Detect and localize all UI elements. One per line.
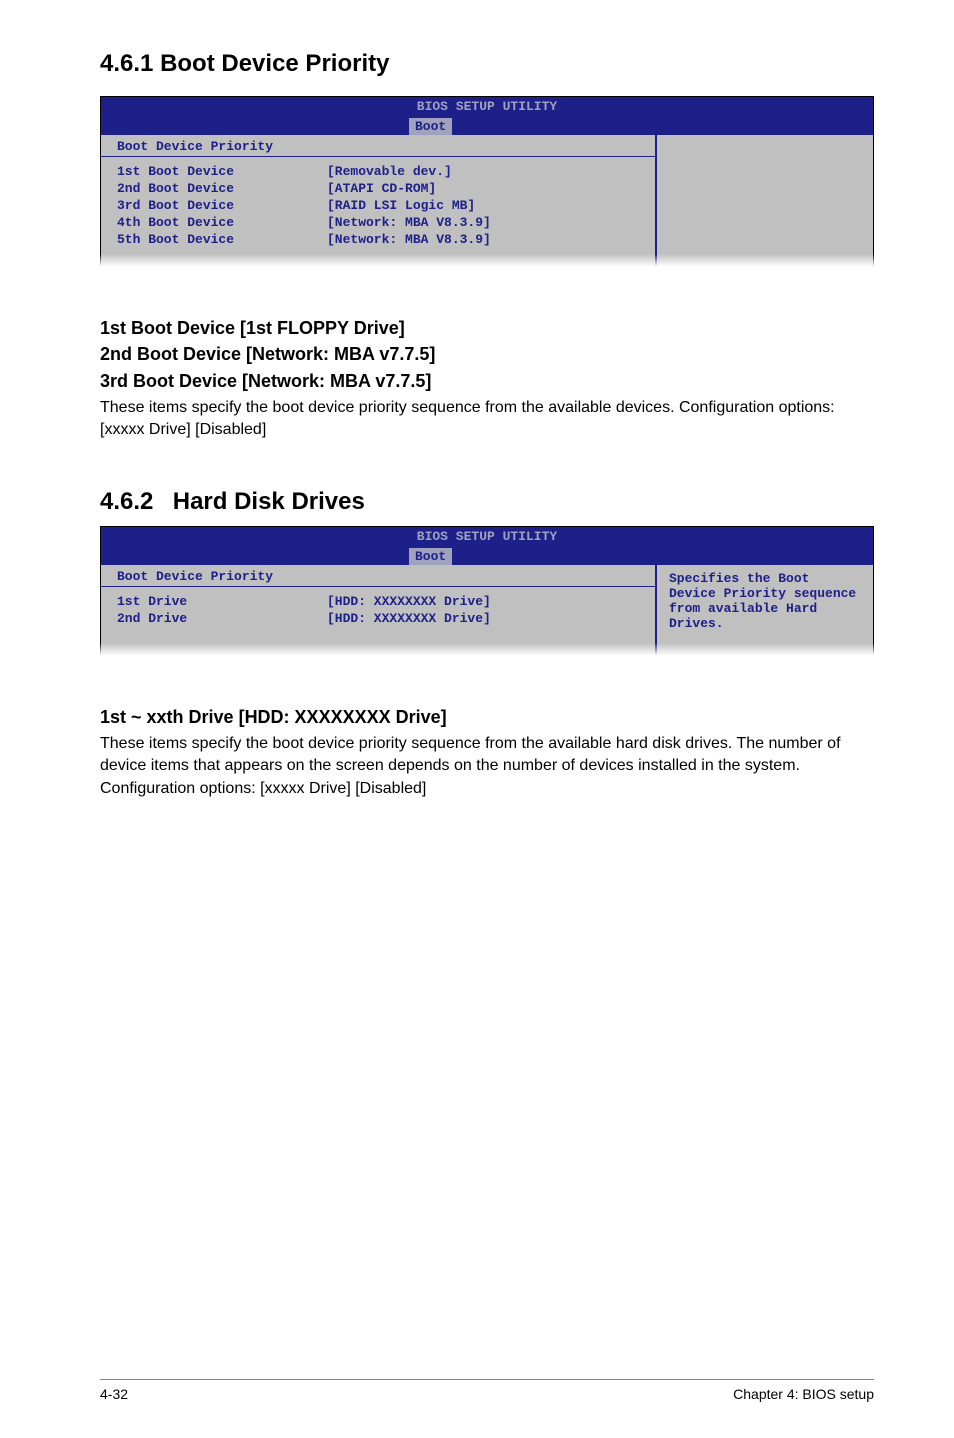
bios1-row: 4th Boot Device[Network: MBA V8.3.9] — [117, 214, 645, 231]
bios2-title: BIOS SETUP UTILITY — [417, 529, 557, 544]
bios-screenshot-boot-priority: BIOS SETUP UTILITY Boot Boot Device Prio… — [100, 96, 874, 272]
bios1-row-value: [ATAPI CD-ROM] — [327, 180, 645, 197]
bios2-divider — [101, 586, 655, 587]
bios1-row: 3rd Boot Device[RAID LSI Logic MB] — [117, 197, 645, 214]
bios1-tab: Boot — [409, 118, 452, 135]
bios2-help-text: Specifies the Boot Device Priority seque… — [669, 571, 856, 631]
bios-screenshot-hard-disk: BIOS SETUP UTILITY Boot Boot Device Prio… — [100, 526, 874, 661]
section-1-number: 4.6.1 — [100, 50, 153, 77]
bios2-row: 1st Drive[HDD: XXXXXXXX Drive] — [117, 593, 645, 610]
bios1-row: 1st Boot Device[Removable dev.] — [117, 163, 645, 180]
bios1-row-label: 4th Boot Device — [117, 214, 327, 231]
bios1-row-value: [Network: MBA V8.3.9] — [327, 231, 645, 248]
bios1-panel-heading: Boot Device Priority — [117, 139, 645, 154]
bios1-row-label: 2nd Boot Device — [117, 180, 327, 197]
para1-heading1: 1st Boot Device [1st FLOPPY Drive] — [100, 316, 874, 340]
section-1-name: Boot Device Priority — [160, 50, 389, 77]
section-2-number: 4.6.2 — [100, 488, 153, 515]
para1-heading3: 3rd Boot Device [Network: MBA v7.7.5] — [100, 369, 874, 393]
bios2-row-value: [HDD: XXXXXXXX Drive] — [327, 610, 645, 627]
bios1-body: Boot Device Priority 1st Boot Device[Rem… — [100, 135, 874, 272]
section-2-title: 4.6.2 Hard Disk Drives — [100, 488, 874, 516]
bios1-row-label: 1st Boot Device — [117, 163, 327, 180]
section-1-title: 4.6.1 Boot Device Priority — [100, 50, 874, 78]
bios2-tab: Boot — [409, 548, 452, 565]
bios2-panel-heading: Boot Device Priority — [117, 569, 645, 584]
bios1-left-panel: Boot Device Priority 1st Boot Device[Rem… — [101, 135, 655, 272]
bios1-row-value: [Removable dev.] — [327, 163, 645, 180]
bios1-row-value: [Network: MBA V8.3.9] — [327, 214, 645, 231]
bios1-header: BIOS SETUP UTILITY Boot — [100, 96, 874, 135]
bios1-row-label: 5th Boot Device — [117, 231, 327, 248]
bios1-row-value: [RAID LSI Logic MB] — [327, 197, 645, 214]
footer-right: Chapter 4: BIOS setup — [733, 1386, 874, 1402]
para1-heading2: 2nd Boot Device [Network: MBA v7.7.5] — [100, 342, 874, 366]
bios2-row-label: 2nd Drive — [117, 610, 327, 627]
bios1-fade — [100, 254, 874, 272]
bios2-row: 2nd Drive[HDD: XXXXXXXX Drive] — [117, 610, 645, 627]
bios1-title: BIOS SETUP UTILITY — [417, 99, 557, 114]
bios2-row-label: 1st Drive — [117, 593, 327, 610]
para2-body: These items specify the boot device prio… — [100, 733, 874, 800]
bios2-row-value: [HDD: XXXXXXXX Drive] — [327, 593, 645, 610]
section-2-name: Hard Disk Drives — [173, 488, 365, 515]
bios1-row-label: 3rd Boot Device — [117, 197, 327, 214]
bios1-row: 2nd Boot Device[ATAPI CD-ROM] — [117, 180, 645, 197]
bios1-divider — [101, 156, 655, 157]
bios1-row: 5th Boot Device[Network: MBA V8.3.9] — [117, 231, 645, 248]
bios2-fade — [100, 643, 874, 661]
bios1-right-panel — [655, 135, 873, 272]
footer-left: 4-32 — [100, 1386, 128, 1402]
bios2-header: BIOS SETUP UTILITY Boot — [100, 526, 874, 565]
para1-body: These items specify the boot device prio… — [100, 397, 874, 442]
para2-heading1: 1st ~ xxth Drive [HDD: XXXXXXXX Drive] — [100, 705, 874, 729]
page-footer: 4-32 Chapter 4: BIOS setup — [100, 1379, 874, 1402]
